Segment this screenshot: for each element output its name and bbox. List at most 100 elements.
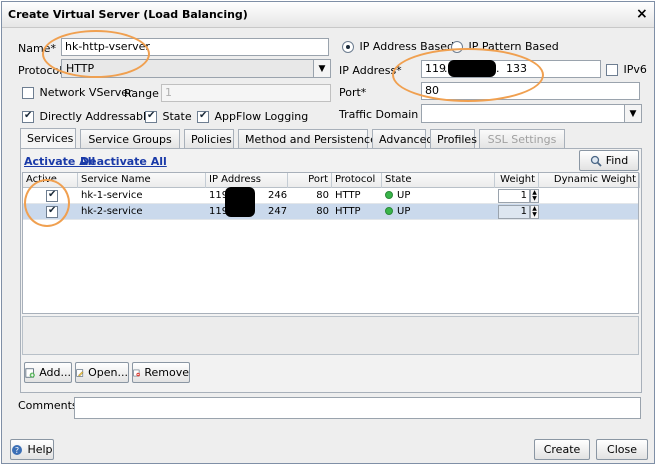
ip-dot-3: .: [496, 62, 500, 75]
state-label: State: [162, 110, 192, 123]
spinner-arrows-icon[interactable]: ▲ ▼: [530, 205, 539, 219]
ipv6-checkbox[interactable]: IPv6: [606, 63, 647, 76]
spinner-arrows-icon[interactable]: ▲ ▼: [530, 189, 539, 203]
ip-octet-4: 133: [506, 62, 527, 75]
create-button[interactable]: Create: [534, 439, 590, 460]
ipv6-label: IPv6: [623, 63, 647, 76]
comments-label: Comments: [18, 399, 78, 412]
name-label: Name*: [18, 42, 56, 55]
ip-octet-1: 119: [425, 62, 446, 75]
add-button[interactable]: Add...: [24, 362, 72, 383]
create-virtual-server-dialog: Create Virtual Server (Load Balancing) ×…: [1, 1, 655, 464]
checkbox-box: [606, 64, 618, 76]
appflow-logging-checkbox[interactable]: AppFlow Logging: [197, 110, 308, 123]
help-button[interactable]: ? Help: [10, 439, 54, 460]
active-checkbox[interactable]: [43, 188, 61, 204]
tab-service-groups[interactable]: Service Groups: [80, 129, 180, 148]
column-header-ip-address[interactable]: IP Address: [206, 173, 288, 188]
tab-advanced[interactable]: Advanced: [372, 129, 433, 148]
dynamic-weight-cell: [539, 188, 545, 204]
find-label: Find: [605, 154, 629, 167]
help-icon: ?: [12, 444, 23, 455]
state-cell: UP: [382, 204, 413, 220]
close-button[interactable]: Close: [596, 439, 648, 460]
tab-ssl-settings[interactable]: SSL Settings: [479, 129, 565, 148]
directly-addressable-checkbox[interactable]: Directly Addressable: [22, 110, 153, 123]
network-vserver-checkbox[interactable]: Network VServer: [22, 86, 133, 99]
remove-button[interactable]: Remove: [132, 362, 190, 383]
checkbox-box: [145, 110, 157, 123]
state-text: UP: [397, 206, 411, 217]
column-header-port[interactable]: Port: [288, 173, 332, 188]
ip-address-label: IP Address*: [339, 64, 402, 77]
range-input[interactable]: 1: [161, 84, 331, 102]
remove-label: Remove: [144, 366, 189, 379]
title-bar: Create Virtual Server (Load Balancing) ×: [2, 2, 654, 28]
port-cell: 80: [316, 206, 329, 217]
ip-pattern-based-radio[interactable]: IP Pattern Based: [451, 40, 559, 53]
deactivate-all-link[interactable]: Deactivate All: [80, 155, 167, 168]
edit-icon: [76, 368, 84, 377]
tab-policies[interactable]: Policies: [184, 129, 234, 148]
directly-addressable-label: Directly Addressable: [39, 110, 153, 123]
magnifier-icon: [590, 155, 602, 167]
remove-icon: [133, 369, 141, 376]
weight-spinner[interactable]: 1: [498, 205, 530, 219]
checkbox-box: [46, 189, 58, 202]
range-label: Range: [124, 87, 159, 100]
tab-method-and-persistence[interactable]: Method and Persistence: [238, 129, 377, 148]
protocol-select[interactable]: HTTP ▼: [61, 59, 331, 78]
redaction-block: [225, 187, 255, 217]
port-label: Port*: [339, 86, 367, 99]
find-button[interactable]: Find: [579, 150, 639, 171]
column-header-state[interactable]: State: [382, 173, 495, 188]
traffic-domain-select[interactable]: ▼: [421, 104, 642, 123]
table-row[interactable]: hk-1-service 119 246 80 HTTP UP 1 ▲▼: [23, 188, 638, 204]
chevron-down-icon: ▼: [313, 60, 330, 77]
column-header-protocol[interactable]: Protocol: [332, 173, 382, 188]
traffic-domain-label: Traffic Domain ID: [339, 108, 434, 121]
protocol-label: Protocol: [18, 64, 63, 77]
dynamic-weight-cell: [539, 204, 545, 220]
comments-input[interactable]: [74, 397, 641, 419]
port-input[interactable]: 80: [421, 82, 640, 100]
service-name-cell: hk-1-service: [81, 190, 143, 201]
protocol-cell: HTTP: [335, 190, 361, 201]
ip-dot-1: .: [444, 62, 448, 75]
chevron-down-icon: ▼: [624, 105, 641, 122]
table-header: Active Service Name IP Address Port Prot…: [23, 173, 640, 188]
checkbox-box: [22, 87, 34, 99]
status-up-icon: [385, 191, 393, 199]
open-label: Open...: [88, 366, 128, 379]
ip-address-based-radio[interactable]: IP Address Based: [342, 40, 454, 53]
close-icon[interactable]: ×: [636, 6, 648, 22]
column-header-service-name[interactable]: Service Name: [78, 173, 206, 188]
ip-address-suffix-cell: 246: [268, 190, 288, 201]
state-checkbox[interactable]: State: [145, 110, 192, 123]
tab-profiles[interactable]: Profiles: [430, 129, 477, 148]
help-label: Help: [27, 443, 53, 456]
radio-dot: [342, 41, 354, 53]
radio-dot: [451, 41, 463, 53]
protocol-cell: HTTP: [335, 206, 361, 217]
service-detail-area: [22, 316, 639, 355]
weight-spinner[interactable]: 1: [498, 189, 530, 203]
status-up-icon: [385, 207, 393, 215]
svg-text:?: ?: [15, 446, 19, 455]
ip-pattern-based-label: IP Pattern Based: [468, 40, 559, 53]
name-input[interactable]: hk-http-vserver: [61, 38, 329, 56]
table-row[interactable]: hk-2-service 119 247 80 HTTP UP 1 ▲▼: [23, 204, 638, 220]
protocol-value: HTTP: [66, 62, 95, 75]
checkbox-box: [46, 205, 58, 218]
add-icon: [25, 367, 35, 378]
column-header-active[interactable]: Active: [23, 173, 78, 188]
state-cell: UP: [382, 188, 413, 204]
active-checkbox[interactable]: [43, 204, 61, 220]
service-name-cell: hk-2-service: [81, 206, 143, 217]
network-vserver-label: Network VServer: [39, 86, 133, 99]
column-header-dynamic-weight[interactable]: Dynamic Weight: [539, 173, 640, 188]
ip-address-suffix-cell: 247: [268, 206, 288, 217]
open-button[interactable]: Open...: [75, 362, 129, 383]
column-header-weight[interactable]: Weight: [495, 173, 539, 188]
tab-services[interactable]: Services: [20, 128, 76, 149]
